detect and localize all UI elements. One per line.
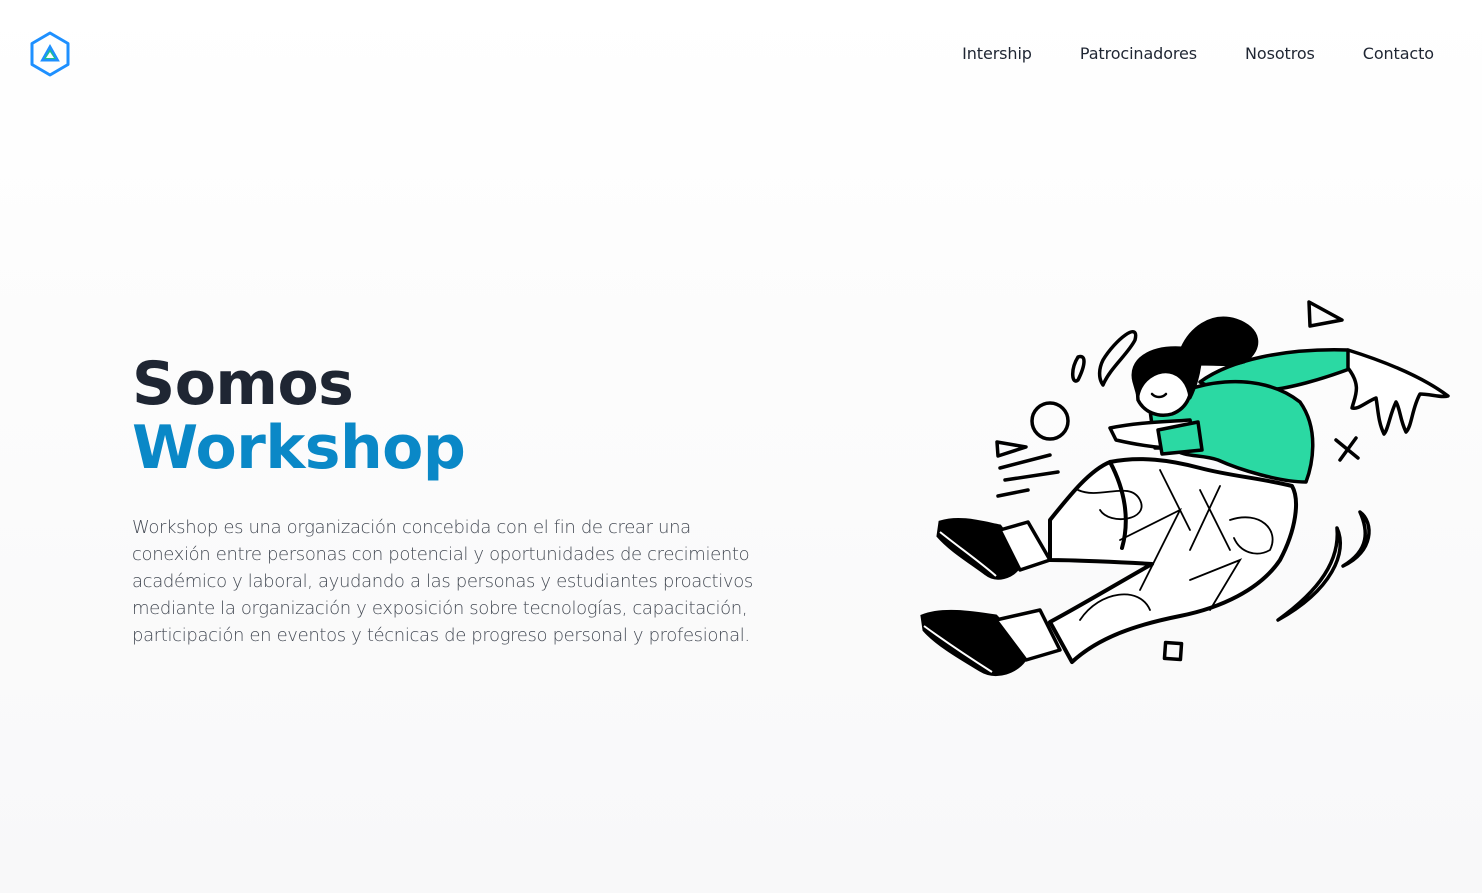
hero-title-line2: Workshop [132,413,466,483]
hero-title: Somos Workshop [132,349,466,483]
nav-intership[interactable]: Intership [962,44,1032,64]
jumping-person-illustration [900,290,1460,690]
illustration-svg [920,300,1450,676]
nav-nosotros[interactable]: Nosotros [1245,44,1315,64]
logo-home-link[interactable] [28,30,72,78]
triangle-shape-left [995,440,1028,458]
hero-title-line1: Somos [132,349,354,419]
triangle-shape [1307,300,1344,328]
hero-description: Workshop es una organización concebida c… [132,517,753,646]
circle-shape [1030,401,1070,441]
cross-shape [1334,436,1360,462]
nav-patrocinadores[interactable]: Patrocinadores [1080,44,1197,64]
nav-contacto[interactable]: Contacto [1363,44,1434,64]
square-shape [1162,640,1184,662]
hexagon-triangle-logo-icon [30,31,70,77]
main-navigation: Intership Patrocinadores Nosotros Contac… [962,44,1434,64]
